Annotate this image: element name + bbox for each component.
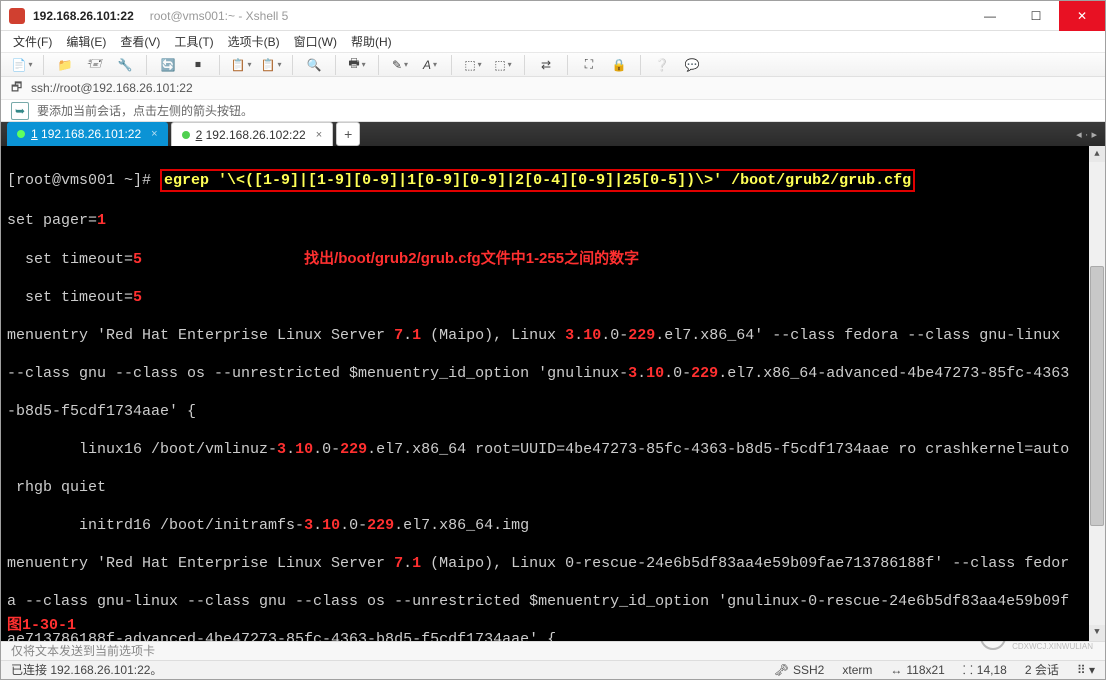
address-icon: 🗗 [11,78,25,99]
save-button[interactable]: 🖅 [84,54,106,76]
settings-button[interactable]: 🔧 [114,54,136,76]
menu-tab[interactable]: 选项卡(B) [228,33,280,50]
send-bar-hint: 仅将文本发送到当前选项卡 [11,642,155,659]
close-button[interactable]: ✕ [1059,1,1105,31]
figure-label: 图1-30-1 [7,616,76,635]
status-cursor: ⸬ 14,18 [963,661,1007,678]
font-button[interactable]: A [419,54,441,76]
status-ssh: 🗝 SSH2 [774,663,825,677]
tab-session-1[interactable]: 1 192.168.26.101:22 × [7,122,168,146]
lock-button[interactable]: 🔒 [608,54,630,76]
info-bar: ➥ 要添加当前会话，点击左侧的箭头按钮。 [1,100,1105,122]
session-tabs: 1 192.168.26.101:22 × 2 192.168.26.102:2… [1,122,1105,146]
open-button[interactable]: 📁 [54,54,76,76]
tab-close-icon[interactable]: × [151,128,157,140]
address-bar: 🗗 ssh://root@192.168.26.101:22 [1,77,1105,99]
search-button[interactable]: 🔍 [303,54,325,76]
paste-button[interactable]: 📋 [260,54,282,76]
menu-view[interactable]: 查看(V) [120,33,160,50]
new-tab-button[interactable]: + [336,122,360,146]
status-size: ↔ 118x21 [890,663,944,677]
watermark: CX 创新互联 CDXWCJ.XINWULIAN [980,622,1093,651]
maximize-button[interactable]: ☐ [1013,1,1059,31]
copy-button[interactable]: 📋 [230,54,252,76]
fullscreen-button[interactable]: ⛶ [578,54,600,76]
annotation-text: 找出/boot/grub2/grub.cfg文件中1-255之间的数字 [304,250,639,267]
help-button[interactable]: ❔ [651,54,673,76]
menu-file[interactable]: 文件(F) [13,33,52,50]
info-hint: 要添加当前会话，点击左侧的箭头按钮。 [37,102,253,119]
reconnect-button[interactable]: 🔄 [157,54,179,76]
encoding-button[interactable]: ⬚ [462,54,484,76]
status-extra[interactable]: ⠿ ▾ [1077,663,1095,677]
scroll-thumb[interactable] [1090,266,1104,526]
menu-edit[interactable]: 编辑(E) [66,33,106,50]
scroll-up-icon[interactable]: ▲ [1089,146,1105,162]
chat-button[interactable]: 💬 [681,54,703,76]
tab-close-icon[interactable]: × [316,129,322,141]
terminal-output[interactable]: [root@vms001 ~]# egrep '\<([1-9]|[1-9][0… [1,146,1105,640]
transfer-button[interactable]: ⇄ [535,54,557,76]
window-title-primary: 192.168.26.101:22 [33,9,134,23]
menu-help[interactable]: 帮助(H) [351,33,392,50]
minimize-button[interactable]: — [967,1,1013,31]
status-connected: 已连接 192.168.26.101:22。 [11,661,162,678]
send-bar[interactable]: 仅将文本发送到当前选项卡 [1,641,1105,660]
menu-tools[interactable]: 工具(T) [174,33,213,50]
status-term: xterm [842,663,872,677]
disconnect-button[interactable]: ⏹ [187,54,209,76]
highlight-button[interactable]: ✎ [389,54,411,76]
app-icon [9,8,25,24]
watermark-logo-icon: CX [980,624,1006,650]
menu-window[interactable]: 窗口(W) [294,33,337,50]
address-url[interactable]: ssh://root@192.168.26.101:22 [31,81,193,95]
print-button[interactable]: 🖶 [346,54,368,76]
terminal-scrollbar[interactable]: ▲ ▼ [1089,146,1105,640]
menu-bar: 文件(F) 编辑(E) 查看(V) 工具(T) 选项卡(B) 窗口(W) 帮助(… [1,31,1105,52]
add-session-arrow-icon[interactable]: ➥ [11,102,29,120]
status-bar: 已连接 192.168.26.101:22。 🗝 SSH2 xterm ↔ 11… [1,660,1105,679]
toolbar: 📄 📁 🖅 🔧 🔄 ⏹ 📋 📋 🔍 🖶 ✎ A ⬚ ⬚ ⇄ ⛶ 🔒 ❔ 💬 [1,52,1105,78]
status-dot-icon [182,131,190,139]
window-title-secondary: root@vms001:~ - Xshell 5 [150,9,289,23]
new-session-button[interactable]: 📄 [11,54,33,76]
tab-nav-arrows[interactable]: ◂ · ▸ [1076,128,1097,141]
title-bar: 192.168.26.101:22 root@vms001:~ - Xshell… [1,1,1105,31]
script-button[interactable]: ⬚ [492,54,514,76]
status-dot-icon [17,130,25,138]
tab-session-2[interactable]: 2 192.168.26.102:22 × [171,122,334,146]
status-sessions: 2 会话 [1025,661,1059,678]
